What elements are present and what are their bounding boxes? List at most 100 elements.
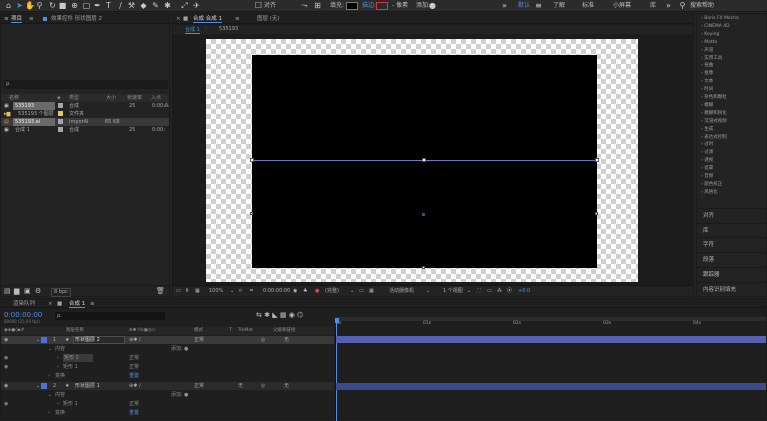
- eye-icon[interactable]: ◉: [4, 363, 8, 371]
- puppet-pin-icon[interactable]: ✈: [192, 1, 201, 10]
- property-row[interactable]: ⌄ 内容 添加: ●: [1, 391, 334, 399]
- shy-icon[interactable]: ◣: [272, 311, 277, 319]
- add-icon[interactable]: ●: [184, 391, 188, 399]
- eye-icon[interactable]: ◉: [4, 400, 8, 408]
- property-row[interactable]: ⌄ 内容 添加: ●: [1, 345, 334, 353]
- add-icon[interactable]: ●: [428, 1, 437, 10]
- close-icon[interactable]: ≡: [4, 15, 9, 23]
- canvas-transparency-grid[interactable]: [206, 39, 638, 282]
- property-row[interactable]: ◉ › 矩形 1 正常: [1, 363, 334, 371]
- col-parent[interactable]: 父级和链接: [273, 327, 296, 335]
- breadcrumb-comp1[interactable]: 合成 1: [185, 26, 200, 34]
- expand-chevron-icon[interactable]: ⌄: [48, 391, 52, 399]
- workspace-standard[interactable]: 标准: [582, 2, 594, 10]
- rectangle-tool-icon[interactable]: ▢: [82, 1, 91, 10]
- stroke-color-swatch[interactable]: [376, 2, 388, 10]
- puppet-tool-icon[interactable]: ✱: [163, 1, 172, 10]
- col-type[interactable]: 类型: [69, 94, 79, 102]
- project-row[interactable]: ▤ 535193.ai ImporAI 65 KB: [1, 118, 169, 126]
- label-swatch[interactable]: [41, 337, 47, 343]
- label-swatch[interactable]: [58, 111, 63, 116]
- workspace-default[interactable]: 默认: [518, 2, 530, 10]
- eye-icon[interactable]: ◉: [4, 382, 8, 390]
- add-label[interactable]: 添加:: [171, 345, 183, 353]
- layer-switches-icon[interactable]: ⊕✱ ∕: [129, 382, 141, 390]
- aspect-ratio-icon[interactable]: ⌗: [250, 286, 253, 296]
- property-row[interactable]: ◉ › 矩形 1 正常: [1, 400, 334, 408]
- reset-exposure-icon[interactable]: ⦿: [507, 286, 512, 296]
- selection-tool-icon[interactable]: ➤: [15, 1, 24, 10]
- resolution-dropdown[interactable]: (完整): [325, 286, 339, 296]
- expand-chevron-icon[interactable]: ›: [48, 409, 50, 417]
- chevron-down-icon[interactable]: ⌄: [350, 286, 354, 296]
- eraser-tool-icon[interactable]: ◆: [139, 1, 148, 10]
- col-layer-name[interactable]: 图层名称: [66, 327, 84, 335]
- layer-trkmat[interactable]: 无: [238, 382, 243, 390]
- time-ruler[interactable]: 0s 01s 02s 03s 04s: [335, 313, 766, 333]
- help-search-icon[interactable]: ⚲: [678, 1, 687, 10]
- workspace-small-screen[interactable]: 小屏幕: [613, 2, 631, 10]
- side-panel-tab[interactable]: 内容识别填充: [697, 281, 767, 296]
- stroke-width[interactable]: - 像素: [392, 2, 408, 10]
- layer-mode[interactable]: 正常: [194, 382, 204, 390]
- snap-grid-icon[interactable]: ⊞: [313, 1, 322, 10]
- fill-color-swatch[interactable]: [346, 2, 358, 10]
- tab-close-icon[interactable]: ≡: [29, 15, 34, 23]
- label-swatch[interactable]: [58, 103, 63, 108]
- layer-duration-bar[interactable]: [336, 383, 766, 390]
- camera-view-dropdown[interactable]: 活动摄像机: [389, 286, 414, 296]
- mask-visibility-icon[interactable]: ⚱: [185, 286, 189, 296]
- col-in[interactable]: 入点: [151, 94, 161, 102]
- transform-handle[interactable]: [595, 158, 599, 162]
- label-swatch[interactable]: [58, 119, 63, 124]
- property-row[interactable]: ◉ › 矩形 2 正常: [1, 354, 334, 362]
- side-panel-tab[interactable]: 字符: [697, 237, 767, 251]
- comp-flowchart-icon[interactable]: ⁂: [497, 286, 502, 296]
- expand-chevron-icon[interactable]: ›: [57, 354, 59, 362]
- grid-icon[interactable]: ▦: [195, 286, 200, 296]
- layer-parent[interactable]: 无: [284, 382, 289, 390]
- new-folder-icon[interactable]: ▆: [14, 287, 19, 295]
- workspace-menu-icon[interactable]: »: [500, 1, 509, 10]
- expand-chevron-icon[interactable]: ›: [57, 363, 59, 371]
- label-swatch[interactable]: [41, 383, 47, 389]
- parent-pickwhip-icon[interactable]: ◎: [261, 336, 265, 344]
- work-area-bar[interactable]: [335, 317, 766, 321]
- tab-layer[interactable]: 图层 (无): [257, 15, 280, 23]
- layer-switches-icon[interactable]: ⊕✱ ∕: [129, 336, 141, 344]
- col-fps[interactable]: 帧速率: [127, 94, 142, 102]
- workspace-library[interactable]: 库: [650, 2, 656, 10]
- camera-tool-icon[interactable]: ■: [58, 1, 67, 10]
- motion-blur-icon[interactable]: ◉: [289, 311, 295, 319]
- panel-menu-icon[interactable]: ×: [176, 15, 181, 23]
- blend-mode-dropdown[interactable]: 正常: [129, 363, 139, 371]
- col-t[interactable]: T: [229, 327, 232, 335]
- timeline-search-input[interactable]: ρ.: [55, 312, 165, 320]
- graph-editor-icon[interactable]: ⌬: [297, 311, 303, 319]
- project-search-input[interactable]: ρ.: [4, 80, 168, 89]
- new-composition-icon[interactable]: ▣: [24, 287, 31, 295]
- expand-chevron-icon[interactable]: ⌄: [36, 382, 40, 390]
- label-swatch[interactable]: [58, 127, 63, 132]
- expand-chevron-icon[interactable]: ›: [57, 400, 59, 408]
- layer-duration-bar[interactable]: [336, 336, 766, 343]
- zoom-tool-icon[interactable]: ⚲: [35, 1, 44, 10]
- pen-tool-icon[interactable]: ✒: [93, 1, 102, 10]
- transform-handle[interactable]: [250, 158, 254, 162]
- chevron-down-icon[interactable]: ⌄: [230, 286, 234, 296]
- project-settings-icon[interactable]: ⚙: [35, 287, 41, 295]
- show-snapshot-icon[interactable]: ♣: [303, 286, 307, 296]
- project-row[interactable]: ▣ 535193 合成 25 0:00: ⁂: [1, 102, 169, 110]
- interpret-footage-icon[interactable]: ▤: [4, 287, 11, 295]
- tab-comp1-timeline[interactable]: 合成 1: [69, 300, 86, 308]
- parent-pickwhip-icon[interactable]: ◎: [261, 382, 265, 390]
- roto-brush-tool-icon[interactable]: ✎: [151, 1, 160, 10]
- property-row[interactable]: › 变换 重置: [1, 409, 334, 417]
- exposure-value[interactable]: +0.0: [518, 286, 530, 296]
- side-panel-tab[interactable]: 库: [697, 222, 767, 237]
- current-time-display[interactable]: 0:00:00:00: [4, 311, 42, 319]
- chevron-down-icon[interactable]: ⌄: [467, 286, 471, 296]
- panel-lock-icon[interactable]: ■: [57, 300, 62, 308]
- add-icon[interactable]: ●: [184, 345, 188, 353]
- transform-handle[interactable]: [422, 158, 426, 162]
